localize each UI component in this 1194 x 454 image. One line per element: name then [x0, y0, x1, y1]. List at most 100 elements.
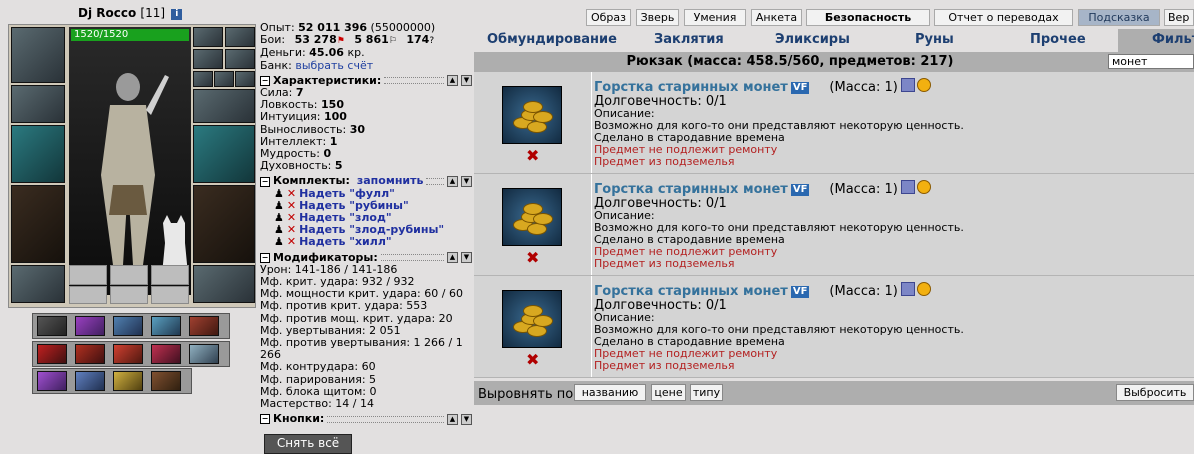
empty-slot[interactable] [151, 265, 189, 285]
remove-all-button[interactable]: Снять всё [264, 434, 352, 454]
tab-spells[interactable]: Заклятия [654, 32, 724, 47]
info-icon[interactable]: i [171, 9, 183, 20]
scroll-icon[interactable] [151, 371, 181, 391]
helmet-slot[interactable] [11, 27, 65, 83]
weapon-slot[interactable] [11, 125, 65, 183]
ring-slot[interactable] [235, 71, 255, 87]
scroll-icon[interactable] [75, 371, 105, 391]
collapse-icon[interactable]: − [260, 414, 270, 425]
leggings-slot[interactable] [193, 185, 255, 263]
backpack-title: Рюкзак (масса: 458.5/560, предметов: 217… [626, 54, 954, 69]
hint-button[interactable]: Подсказка [1078, 9, 1160, 26]
transfer-report-button[interactable]: Отчет о переводах [934, 9, 1073, 26]
move-up-icon[interactable]: ▲ [447, 176, 458, 188]
wear-set-link[interactable]: Надеть "хилл" [299, 236, 392, 248]
delete-item-icon[interactable]: ✖ [526, 146, 539, 165]
offhand-weapon-slot[interactable] [193, 125, 255, 183]
sun-icon[interactable] [916, 180, 931, 194]
item-note-dungeon: Предмет из подземелья [594, 257, 735, 270]
scroll-icon[interactable] [189, 344, 219, 364]
scroll-icon[interactable] [151, 316, 181, 336]
tab-elixirs[interactable]: Эликсиры [775, 32, 850, 47]
collapse-icon[interactable]: − [260, 75, 270, 86]
security-button[interactable]: Безопасность [806, 9, 930, 26]
empty-slot[interactable] [69, 265, 107, 285]
coins-icon[interactable] [502, 86, 562, 144]
characteristics-list: Сила: 7 Ловкость: 150 Интуиция: 100 Выно… [260, 86, 472, 172]
sort-bar: Выровнять по названию цене типу Выбросит… [474, 381, 1194, 405]
sort-by-name-button[interactable]: названию [574, 384, 646, 401]
empty-slot[interactable] [110, 286, 148, 304]
item-name-link[interactable]: Горстка старинных монет [594, 284, 788, 299]
ring-slot[interactable] [193, 71, 213, 87]
filter-input[interactable] [1108, 54, 1194, 69]
ring-slot[interactable] [214, 71, 234, 87]
item-mass: (Масса: 1) [829, 80, 898, 95]
sun-icon[interactable] [916, 282, 931, 296]
item-name-link[interactable]: Горстка старинных монет [594, 182, 788, 197]
image-button[interactable]: Образ [586, 9, 631, 26]
tab-filter[interactable]: Фильт [1152, 32, 1194, 47]
throw-away-button[interactable]: Выбросить [1116, 384, 1194, 401]
delete-set-icon[interactable]: ✕ [287, 236, 296, 248]
delete-set-icon[interactable]: ✕ [287, 187, 296, 200]
empty-slot[interactable] [151, 286, 189, 304]
armor-slot[interactable] [11, 185, 65, 263]
earring-slot[interactable] [193, 27, 223, 47]
wear-set-link[interactable]: Надеть "фулл" [299, 187, 395, 200]
coins-icon[interactable] [502, 290, 562, 348]
gift-icon[interactable] [900, 180, 915, 194]
scroll-icon[interactable] [113, 344, 143, 364]
item-name-link[interactable]: Горстка старинных монет [594, 80, 788, 95]
skills-button[interactable]: Умения [684, 9, 746, 26]
tab-equipment[interactable]: Обмундирование [487, 32, 617, 47]
remember-set-link[interactable]: запомнить [357, 175, 424, 187]
bracers-slot[interactable] [11, 85, 65, 123]
bank-select-link[interactable]: выбрать счёт [295, 59, 373, 72]
gift-icon[interactable] [900, 78, 915, 92]
ring-slot[interactable] [225, 49, 255, 69]
scroll-icon[interactable] [113, 371, 143, 391]
move-up-icon[interactable]: ▲ [447, 75, 458, 87]
collapse-icon[interactable]: − [260, 176, 270, 187]
scroll-icon[interactable] [113, 316, 143, 336]
move-up-icon[interactable]: ▲ [447, 252, 458, 264]
move-up-icon[interactable]: ▲ [447, 413, 458, 425]
collapse-icon[interactable]: − [260, 252, 270, 263]
pet-button[interactable]: Зверь [636, 9, 679, 26]
empty-slot[interactable] [110, 265, 148, 285]
scroll-icon[interactable] [37, 316, 67, 336]
sort-by-type-button[interactable]: типу [690, 384, 723, 401]
tab-runes[interactable]: Руны [915, 32, 954, 47]
sort-by-price-button[interactable]: цене [651, 384, 686, 401]
scroll-icon[interactable] [37, 371, 67, 391]
gloves-slot[interactable] [193, 89, 255, 123]
delete-item-icon[interactable]: ✖ [526, 248, 539, 267]
return-button[interactable]: Вер [1164, 9, 1194, 26]
move-down-icon[interactable]: ▼ [461, 75, 472, 87]
move-down-icon[interactable]: ▼ [461, 413, 472, 425]
stat-value: 30 [349, 122, 366, 136]
belt-slot[interactable] [11, 265, 65, 303]
profile-button[interactable]: Анкета [751, 9, 802, 26]
tab-other[interactable]: Прочее [1030, 32, 1086, 47]
divider [426, 178, 444, 186]
scroll-icon[interactable] [75, 316, 105, 336]
coins-icon[interactable] [502, 188, 562, 246]
delete-item-icon[interactable]: ✖ [526, 350, 539, 369]
scroll-icon[interactable] [151, 344, 181, 364]
scroll-icon[interactable] [37, 344, 67, 364]
boots-slot[interactable] [193, 265, 255, 303]
ring-slot[interactable] [225, 27, 255, 47]
scroll-icon[interactable] [75, 344, 105, 364]
stat-value: 100 [323, 110, 347, 124]
move-down-icon[interactable]: ▼ [461, 176, 472, 188]
scroll-icon[interactable] [189, 316, 219, 336]
gift-icon[interactable] [900, 282, 915, 296]
necklace-slot[interactable] [193, 49, 223, 69]
stat-label: Интеллект: [260, 134, 327, 148]
sun-icon[interactable] [916, 78, 931, 92]
stat-label: Ловкость: [260, 98, 318, 112]
move-down-icon[interactable]: ▼ [461, 252, 472, 264]
empty-slot[interactable] [69, 286, 107, 304]
